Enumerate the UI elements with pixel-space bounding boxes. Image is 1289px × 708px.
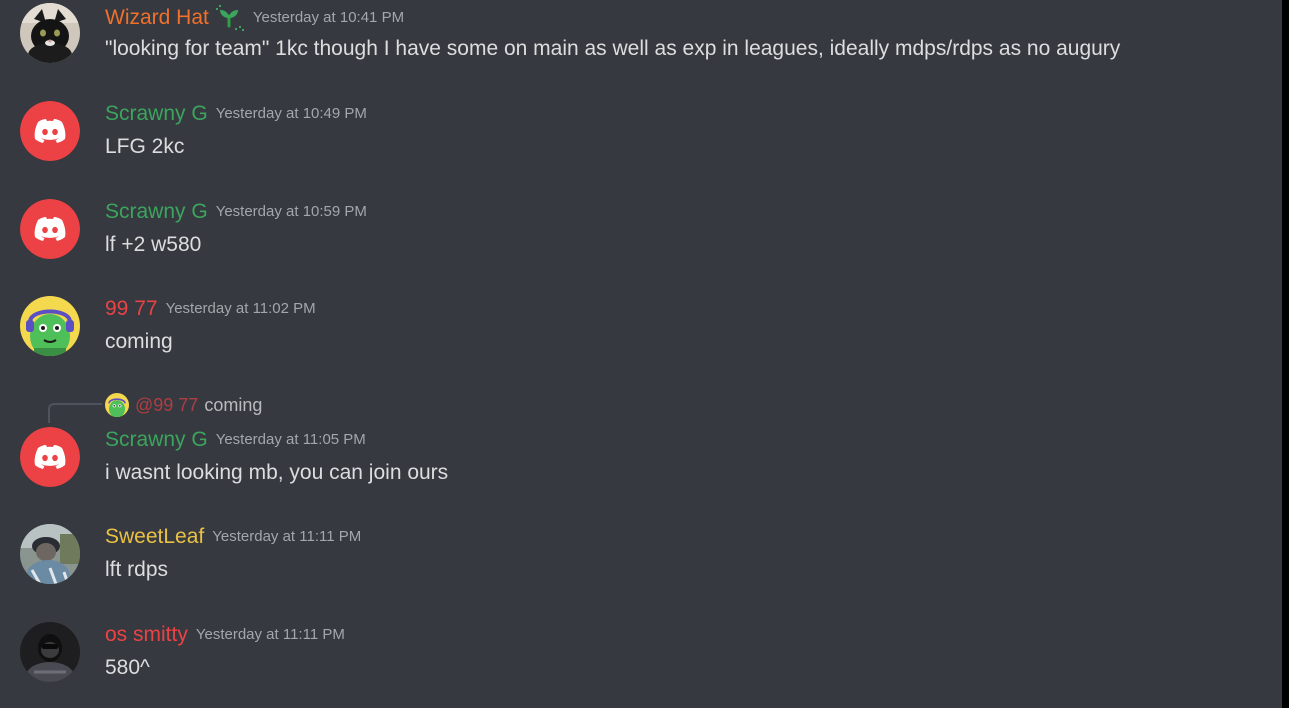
message-content: coming [105, 330, 173, 353]
message-header: Scrawny G Yesterday at 11:05 PM [105, 428, 366, 452]
reply-mention[interactable]: @99 77 [135, 395, 198, 415]
timestamp: Yesterday at 11:11 PM [195, 626, 345, 643]
message-header: Wizard Hat Yesterday at 10:41 PM [105, 4, 404, 32]
message-content: LFG 2kc [105, 135, 185, 158]
username[interactable]: 99 77 [105, 297, 158, 320]
reply-text[interactable]: coming [204, 395, 262, 415]
username[interactable]: Scrawny G [105, 428, 208, 451]
message-header: os smitty Yesterday at 11:11 PM [105, 623, 345, 647]
message-item: Scrawny G Yesterday at 10:49 PM LFG 2kc [0, 98, 1282, 168]
username[interactable]: Wizard Hat [105, 6, 209, 29]
message-content: 580^ [105, 656, 150, 679]
dark-photo-avatar[interactable] [20, 622, 80, 682]
message-item: 99 77 Yesterday at 11:02 PM coming [0, 293, 1282, 363]
message-content: lft rdps [105, 558, 169, 581]
message-content: i wasnt looking mb, you can join ours [105, 461, 449, 484]
timestamp: Yesterday at 11:05 PM [215, 431, 366, 448]
message-item: Scrawny G Yesterday at 10:59 PM lf +2 w58… [0, 196, 1282, 266]
green-creature-avatar[interactable] [20, 296, 80, 356]
message-header: Scrawny G Yesterday at 10:49 PM [105, 102, 367, 126]
reply-preview[interactable]: @99 77 coming [105, 392, 262, 418]
username[interactable]: Scrawny G [105, 200, 208, 223]
message-content: lf +2 w580 [105, 233, 202, 256]
discord-logo-avatar[interactable] [20, 427, 80, 487]
message-header: Scrawny G Yesterday at 10:59 PM [105, 200, 367, 224]
message-item: Scrawny G Yesterday at 11:05 PM i wasnt l… [0, 424, 1282, 494]
message-item: SweetLeaf Yesterday at 11:11 PM lft rdps [0, 521, 1282, 591]
green-creature-avatar [105, 393, 129, 418]
discord-logo-avatar[interactable] [20, 199, 80, 259]
username[interactable]: SweetLeaf [105, 525, 204, 548]
timestamp: Yesterday at 11:02 PM [165, 300, 316, 317]
discord-logo-avatar[interactable] [20, 101, 80, 161]
message-header: SweetLeaf Yesterday at 11:11 PM [105, 525, 361, 549]
timestamp: Yesterday at 10:49 PM [215, 105, 367, 122]
message-header: 99 77 Yesterday at 11:02 PM [105, 297, 316, 321]
person-photo-avatar[interactable] [20, 524, 80, 584]
timestamp: Yesterday at 10:59 PM [215, 203, 367, 220]
reply-spine [48, 403, 102, 423]
timestamp: Yesterday at 10:41 PM [252, 9, 405, 26]
timestamp: Yesterday at 11:11 PM [212, 528, 362, 545]
message-item: Wizard Hat Yesterday at 10:41 PM "lookin… [0, 0, 1282, 90]
cat-photo-avatar[interactable] [20, 3, 80, 63]
username[interactable]: Scrawny G [105, 102, 208, 125]
chat-messages: Wizard Hat Yesterday at 10:41 PM "lookin… [0, 0, 1282, 708]
message-item: os smitty Yesterday at 11:11 PM 580^ [0, 619, 1282, 689]
username[interactable]: os smitty [105, 623, 188, 646]
sprout-icon[interactable] [215, 4, 245, 32]
message-content: "looking for team" 1kc though I have som… [105, 37, 1121, 60]
